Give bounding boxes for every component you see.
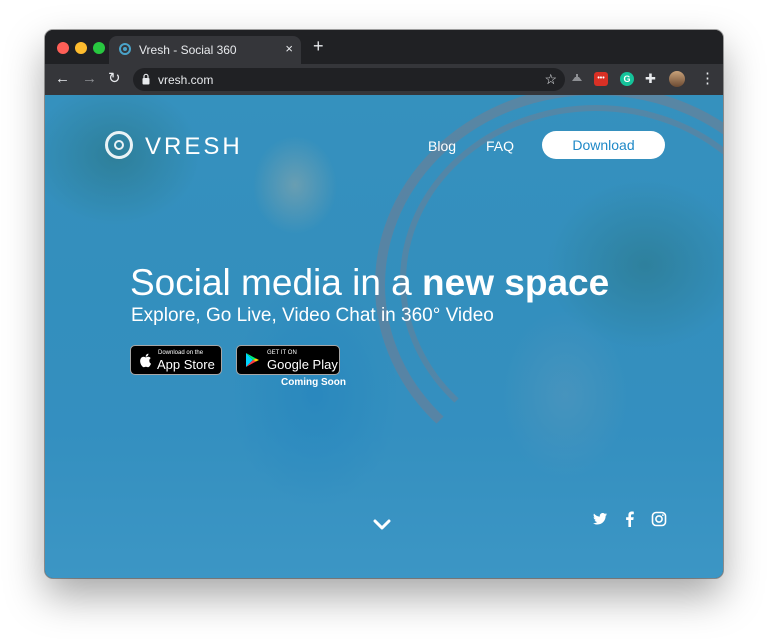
cast-icon[interactable]	[570, 72, 584, 86]
google-play-small-text: GET IT ON	[267, 350, 297, 356]
maximize-window-button[interactable]	[93, 42, 105, 54]
google-play-big-text: Google Play	[267, 357, 338, 372]
forward-button[interactable]: →	[82, 70, 97, 88]
nav-link-blog[interactable]: Blog	[428, 138, 456, 154]
headline-bold: new space	[422, 262, 610, 303]
hero-subhead: Explore, Go Live, Video Chat in 360° Vid…	[131, 305, 494, 326]
nav-link-faq[interactable]: FAQ	[486, 138, 514, 154]
app-store-badge[interactable]: Download on the App Store	[130, 345, 222, 375]
hero-headline: Social media in a new space	[130, 261, 609, 305]
url-text: vresh.com	[158, 73, 214, 87]
apple-icon	[140, 353, 151, 368]
lock-icon	[142, 73, 150, 85]
new-tab-button[interactable]: +	[313, 37, 324, 55]
page-viewport: VRESH Blog FAQ Download Social media in …	[45, 95, 723, 578]
puzzle-icon[interactable]: ✚	[645, 72, 659, 86]
app-store-big-text: App Store	[157, 357, 215, 372]
browser-window: Vresh - Social 360 × + ← → ↻ vresh.com ☆…	[45, 30, 723, 578]
instagram-icon[interactable]	[651, 511, 667, 527]
headline-regular: Social media in a	[130, 262, 423, 303]
browser-menu-icon[interactable]: ⋮	[700, 70, 715, 88]
tab-close-icon[interactable]: ×	[285, 41, 293, 56]
browser-toolbar: ← → ↻ vresh.com ☆ ••• G ✚ ⋮	[45, 64, 723, 95]
address-bar[interactable]: vresh.com ☆	[133, 68, 565, 91]
bookmark-star-icon[interactable]: ☆	[544, 71, 557, 88]
back-button[interactable]: ←	[55, 70, 70, 88]
profile-avatar[interactable]	[669, 71, 685, 87]
app-store-small-text: Download on the	[158, 350, 204, 356]
twitter-icon[interactable]	[592, 511, 608, 527]
google-play-icon	[246, 353, 259, 367]
close-window-button[interactable]	[57, 42, 69, 54]
minimize-window-button[interactable]	[75, 42, 87, 54]
vresh-favicon-icon	[119, 43, 131, 55]
tab-bar: Vresh - Social 360 × +	[45, 30, 723, 64]
vresh-logo-icon	[105, 131, 133, 159]
reload-button[interactable]: ↻	[108, 70, 121, 88]
coming-soon-label: Coming Soon	[281, 377, 346, 388]
tab-title: Vresh - Social 360	[139, 43, 237, 57]
logo-text: VRESH	[145, 133, 243, 160]
download-button[interactable]: Download	[542, 131, 665, 159]
red-extension-icon[interactable]: •••	[594, 72, 608, 86]
grammarly-icon[interactable]: G	[620, 72, 634, 86]
chevron-down-icon[interactable]	[373, 519, 391, 531]
facebook-icon[interactable]	[622, 511, 638, 527]
browser-tab[interactable]: Vresh - Social 360 ×	[109, 36, 301, 64]
hero-color-overlay	[45, 95, 723, 578]
google-play-badge[interactable]: GET IT ON Google Play	[236, 345, 340, 375]
